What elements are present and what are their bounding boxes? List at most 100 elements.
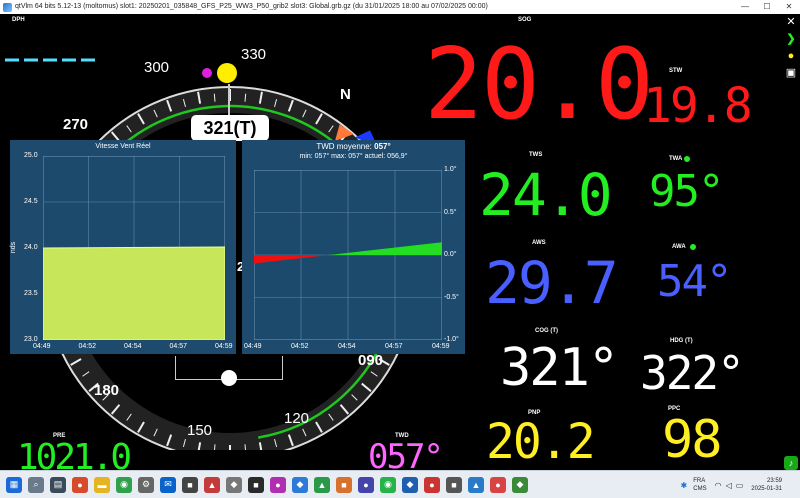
compass-north-label: N	[340, 86, 351, 103]
wifi-icon[interactable]: ◠	[715, 481, 722, 490]
app-icon-14[interactable]: ●	[490, 476, 506, 493]
twd-x-tick-label: 04:49	[244, 343, 262, 350]
app-icon-8[interactable]: ■	[336, 476, 352, 493]
tws-x-tick-label: 04:54	[124, 343, 142, 350]
tws-area	[43, 246, 225, 340]
compass-tick	[244, 93, 247, 102]
twd-value: 057°	[368, 437, 444, 477]
volume-icon[interactable]: ◁	[726, 481, 732, 490]
aws-value: 29.7	[485, 249, 619, 317]
bluetooth-icon[interactable]: ✱	[681, 481, 688, 490]
app-icon-13[interactable]: ▲	[468, 476, 484, 493]
dph-label: DPH	[12, 17, 25, 23]
awa-label: AWA	[672, 244, 686, 250]
tws-y-tick-label: 24.0	[24, 244, 38, 251]
title-bar: qtVlm 64 bits 5.12-13 (moltomus) slot1: …	[0, 0, 800, 14]
mail-icon[interactable]: ✉	[160, 476, 176, 493]
twd-x-tick-label: 04:54	[338, 343, 356, 350]
cog-label: COG (T)	[535, 328, 558, 334]
app-icon-4[interactable]: ■	[248, 476, 264, 493]
search-icon[interactable]: ⌕	[28, 476, 44, 493]
app-icon-15[interactable]: ◆	[512, 476, 528, 493]
twd-x-tick-label: 04:59	[432, 343, 450, 350]
compass-label-150: 150	[187, 422, 213, 439]
app-icon-1[interactable]: ■	[182, 476, 198, 493]
side-toolbar: ✕ ❯ ● ▣	[784, 16, 798, 80]
cog-value: 321°	[500, 338, 619, 398]
ppc-value: 98	[662, 410, 723, 470]
app-icon-3[interactable]: ◆	[226, 476, 242, 493]
browser-icon[interactable]: ●	[72, 476, 88, 493]
chrome-icon[interactable]: ◉	[116, 476, 132, 493]
aws-label: AWS	[532, 240, 546, 246]
twd-y-tick-label: 0.0°	[444, 251, 457, 258]
twd-title-prefix: TWD moyenne:	[316, 142, 372, 151]
twd-y-tick-label: -1.0°	[444, 336, 459, 343]
pnp-value: 20.2	[486, 414, 596, 470]
minimize-button[interactable]: —	[734, 0, 756, 14]
hdg-value: 322°	[640, 346, 745, 400]
close-button[interactable]: ✕	[778, 0, 800, 14]
app-icon-11[interactable]: ●	[424, 476, 440, 493]
twd-chart-stats: min: 057° max: 057° actuel: 056,9°	[299, 153, 408, 160]
settings-icon[interactable]: ⚙	[138, 476, 154, 493]
app-icon	[3, 2, 12, 12]
system-tray: ✱ FRA CMS ◠ ◁ ▭ 23:59 2025-01-31	[681, 471, 800, 498]
twd-title-value: 057°	[374, 142, 391, 151]
twd-chart-panel: TWD moyenne: 057° min: 057° max: 057° ac…	[242, 140, 465, 354]
tws-y-tick-label: 23.0	[24, 336, 38, 343]
clock[interactable]: 23:59 2025-01-31	[751, 477, 782, 493]
tws-y-tick-label: 23.5	[24, 290, 38, 297]
app-icon-6[interactable]: ◆	[292, 476, 308, 493]
twd-chart-plot	[254, 170, 442, 340]
twd-chart-title: TWD moyenne: 057°	[242, 142, 465, 151]
twd-y-tick-label: -0.5°	[444, 293, 459, 301]
lang-secondary: CMS	[693, 486, 707, 492]
app-icon-7[interactable]: ▲	[314, 476, 330, 493]
tws-x-tick-label: 04:59	[215, 343, 233, 350]
tws-label: TWS	[529, 152, 543, 158]
app-icon-2[interactable]: ▲	[204, 476, 220, 493]
twd-y-tick-label: 1.0°	[444, 166, 457, 173]
tws-chart-plot	[43, 156, 225, 340]
tws-chart-title: Vitesse Vent Réel	[95, 143, 151, 150]
tws-chart-panel: Vitesse Vent Réel nds 25.0 24.5 24.0 23.5 23…	[10, 140, 236, 354]
close-panel-icon[interactable]: ✕	[786, 16, 795, 29]
lightbulb-icon[interactable]: ●	[788, 50, 795, 63]
compass-label-330: 330	[241, 46, 267, 63]
wind-marker-magenta	[202, 68, 212, 78]
twd-y-tick-label: 0.5°	[444, 208, 457, 216]
tws-y-tick-label: 25.0	[24, 152, 38, 159]
tws-x-tick-label: 04:49	[33, 343, 51, 350]
stw-label: STW	[669, 68, 683, 74]
chevron-right-icon[interactable]: ❯	[786, 33, 795, 46]
hdg-label: HDG (T)	[670, 338, 693, 344]
app-icon-10[interactable]: ◆	[402, 476, 418, 493]
sog-value: 20.0	[424, 28, 654, 142]
awa-indicator-dot	[690, 244, 696, 250]
compass-label-270: 270	[63, 116, 89, 133]
sog-label: SOG	[518, 17, 532, 23]
tws-value: 24.0	[479, 161, 613, 229]
compass-label-180: 180	[94, 382, 120, 399]
taskview-icon[interactable]: ▤	[50, 476, 66, 493]
app-window: qtVlm 64 bits 5.12-13 (moltomus) slot1: …	[0, 0, 800, 498]
app-icon-12[interactable]: ■	[446, 476, 462, 493]
heading-readout: 321(T)	[191, 115, 269, 141]
maximize-button[interactable]: ☐	[756, 0, 778, 14]
tws-x-tick-label: 04:52	[78, 343, 97, 350]
start-icon[interactable]: ▦	[6, 476, 22, 493]
language-indicator[interactable]: FRA CMS	[693, 477, 706, 493]
app-icon-9[interactable]: ●	[358, 476, 374, 493]
battery-icon[interactable]: ▭	[736, 481, 744, 490]
notification-bell-icon[interactable]: ♪	[784, 456, 798, 470]
tws-y-tick-label: 24.5	[24, 198, 38, 205]
twd-x-tick-label: 04:57	[385, 343, 403, 350]
compass-label-300: 300	[144, 59, 170, 76]
compass-label-120: 120	[284, 410, 310, 427]
explorer-icon[interactable]: ▬	[94, 476, 110, 493]
whatsapp-icon[interactable]: ◉	[380, 476, 396, 493]
lock-icon[interactable]: ▣	[786, 67, 796, 80]
app-icon-5[interactable]: ●	[270, 476, 286, 493]
clock-date: 2025-01-31	[751, 486, 782, 492]
